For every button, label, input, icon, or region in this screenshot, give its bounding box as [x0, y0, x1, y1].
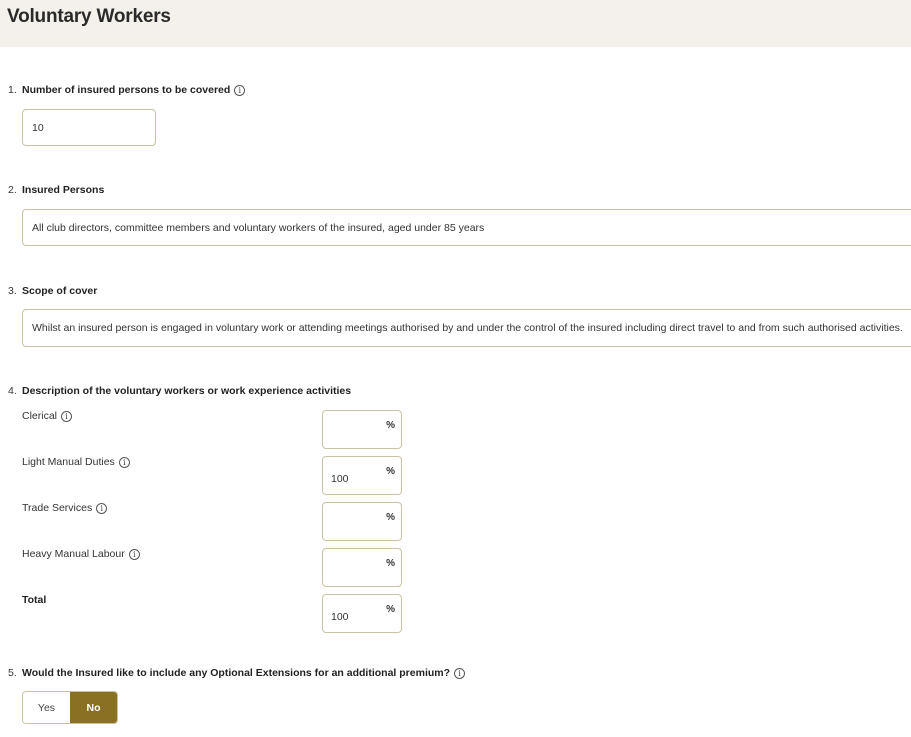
trade-services-percent-input[interactable]: % [322, 502, 402, 541]
question-number: 1. [8, 84, 17, 96]
question-label: Insured Persons [22, 184, 105, 196]
info-icon[interactable]: i [128, 548, 140, 560]
info-icon[interactable]: i [118, 456, 130, 468]
info-icon[interactable]: i [454, 667, 466, 679]
total-percent-field: 100 % [322, 594, 402, 633]
percent-sign: % [386, 558, 395, 569]
activity-label-clerical: Clerical i [22, 410, 73, 422]
page-title: Voluntary Workers [7, 6, 171, 27]
clerical-percent-input[interactable]: % [322, 410, 402, 449]
question-number: 2. [8, 184, 17, 196]
activity-label-light-manual: Light Manual Duties i [22, 456, 130, 468]
heavy-manual-percent-input[interactable]: % [322, 548, 402, 587]
question-label: Description of the voluntary workers or … [22, 385, 352, 397]
activity-label-trade-services: Trade Services i [22, 502, 108, 514]
optional-extensions-toggle: Yes No [22, 691, 118, 724]
no-option-button[interactable]: No [70, 692, 117, 723]
info-icon[interactable]: i [96, 502, 108, 514]
percent-sign: % [386, 420, 395, 431]
percent-sign: % [386, 604, 395, 615]
question-label: Number of insured persons to be covered … [22, 84, 246, 96]
total-label: Total [22, 594, 47, 606]
percent-sign: % [386, 466, 395, 477]
question-number: 3. [8, 285, 17, 297]
info-icon[interactable]: i [61, 410, 73, 422]
percent-sign: % [386, 512, 395, 523]
question-label: Scope of cover [22, 285, 98, 297]
question-number: 5. [8, 667, 17, 679]
light-manual-percent-input[interactable]: 100 % [322, 456, 402, 495]
question-label: Would the Insured like to include any Op… [22, 667, 466, 679]
activity-label-heavy-manual: Heavy Manual Labour i [22, 548, 140, 560]
info-icon[interactable]: i [234, 84, 246, 96]
page-header: Voluntary Workers [0, 0, 911, 47]
scope-of-cover-field[interactable]: Whilst an insured person is engaged in v… [22, 309, 911, 347]
question-number: 4. [8, 385, 17, 397]
insured-persons-field[interactable]: All club directors, committee members an… [22, 209, 911, 246]
insured-persons-count-input[interactable]: 10 [22, 109, 156, 146]
yes-option-button[interactable]: Yes [23, 692, 70, 723]
